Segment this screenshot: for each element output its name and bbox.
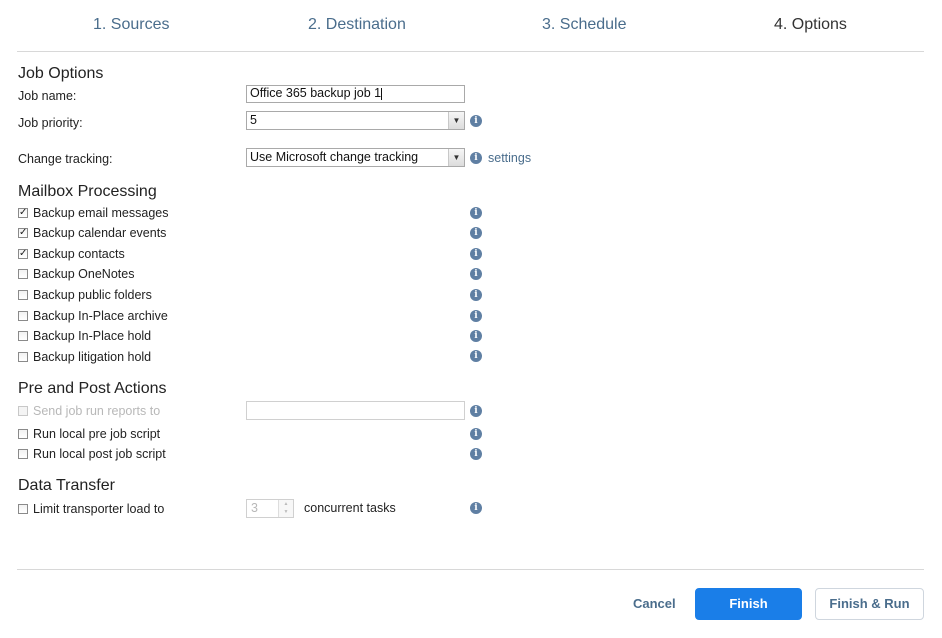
change-tracking-select[interactable]: Use Microsoft change tracking ▼ — [246, 148, 465, 167]
chevron-down-icon[interactable]: ▼ — [448, 149, 464, 166]
backup-inplace-archive-label[interactable]: Backup In-Place archive — [33, 309, 168, 323]
backup-public-folders-label[interactable]: Backup public folders — [33, 288, 152, 302]
steps-divider — [17, 51, 924, 52]
backup-litigation-hold-checkbox[interactable] — [18, 352, 28, 362]
send-reports-input[interactable] — [246, 401, 465, 420]
chevron-down-icon[interactable]: ▼ — [448, 112, 464, 129]
info-icon[interactable]: i — [470, 289, 482, 301]
info-icon[interactable]: i — [470, 207, 482, 219]
change-tracking-label: Change tracking: — [18, 152, 113, 166]
finish-and-run-button[interactable]: Finish & Run — [815, 588, 924, 620]
backup-public-folders-checkbox[interactable] — [18, 290, 28, 300]
info-icon[interactable]: i — [470, 152, 482, 164]
info-icon[interactable]: i — [470, 428, 482, 440]
info-icon[interactable]: i — [470, 350, 482, 362]
backup-inplace-hold-checkbox[interactable] — [18, 331, 28, 341]
send-reports-checkbox[interactable] — [18, 406, 28, 416]
pre-script-checkbox[interactable] — [18, 429, 28, 439]
finish-button[interactable]: Finish — [695, 588, 802, 620]
job-priority-value: 5 — [250, 113, 257, 127]
concurrent-tasks-label: concurrent tasks — [304, 501, 396, 515]
info-icon[interactable]: i — [470, 268, 482, 280]
info-icon[interactable]: i — [470, 310, 482, 322]
job-priority-select[interactable]: 5 ▼ — [246, 111, 465, 130]
info-icon[interactable]: i — [470, 405, 482, 417]
step-sources[interactable]: 1. Sources — [93, 16, 169, 34]
backup-calendar-label[interactable]: Backup calendar events — [33, 226, 166, 240]
send-reports-label: Send job run reports to — [33, 404, 161, 418]
backup-litigation-hold-label[interactable]: Backup litigation hold — [33, 350, 151, 364]
post-script-checkbox[interactable] — [18, 449, 28, 459]
job-options-heading: Job Options — [18, 65, 104, 82]
step-options[interactable]: 4. Options — [774, 16, 847, 34]
backup-onenotes-label[interactable]: Backup OneNotes — [33, 267, 134, 281]
backup-email-checkbox[interactable]: ✓ — [18, 208, 28, 218]
backup-contacts-checkbox[interactable]: ✓ — [18, 249, 28, 259]
info-icon[interactable]: i — [470, 448, 482, 460]
mailbox-processing-heading: Mailbox Processing — [18, 183, 157, 200]
job-priority-label: Job priority: — [18, 116, 83, 130]
change-tracking-value: Use Microsoft change tracking — [250, 150, 419, 164]
info-icon[interactable]: i — [470, 115, 482, 127]
pre-post-actions-heading: Pre and Post Actions — [18, 380, 167, 397]
spinner-arrows-icon[interactable]: ▲ ▼ — [278, 500, 293, 517]
job-name-input[interactable]: Office 365 backup job 1 — [246, 85, 465, 103]
pre-script-label[interactable]: Run local pre job script — [33, 427, 160, 441]
backup-onenotes-checkbox[interactable] — [18, 269, 28, 279]
job-name-label: Job name: — [18, 89, 77, 103]
info-icon[interactable]: i — [470, 502, 482, 514]
backup-email-label[interactable]: Backup email messages — [33, 206, 168, 220]
concurrent-tasks-spinner[interactable]: 3 ▲ ▼ — [246, 499, 294, 518]
info-icon[interactable]: i — [470, 248, 482, 260]
post-script-label[interactable]: Run local post job script — [33, 447, 166, 461]
step-schedule[interactable]: 3. Schedule — [542, 16, 627, 34]
info-icon[interactable]: i — [470, 330, 482, 342]
backup-contacts-label[interactable]: Backup contacts — [33, 247, 125, 261]
backup-inplace-archive-checkbox[interactable] — [18, 311, 28, 321]
job-name-value: Office 365 backup job 1 — [250, 86, 382, 100]
concurrent-tasks-value: 3 — [251, 501, 258, 515]
data-transfer-heading: Data Transfer — [18, 477, 115, 494]
cancel-button[interactable]: Cancel — [633, 596, 676, 611]
limit-transporter-checkbox[interactable] — [18, 504, 28, 514]
backup-calendar-checkbox[interactable]: ✓ — [18, 228, 28, 238]
backup-inplace-hold-label[interactable]: Backup In-Place hold — [33, 329, 151, 343]
settings-link[interactable]: settings — [488, 151, 531, 165]
footer-divider — [17, 569, 924, 570]
step-destination[interactable]: 2. Destination — [308, 16, 406, 34]
limit-transporter-label[interactable]: Limit transporter load to — [33, 502, 164, 516]
text-cursor — [381, 87, 383, 100]
info-icon[interactable]: i — [470, 227, 482, 239]
